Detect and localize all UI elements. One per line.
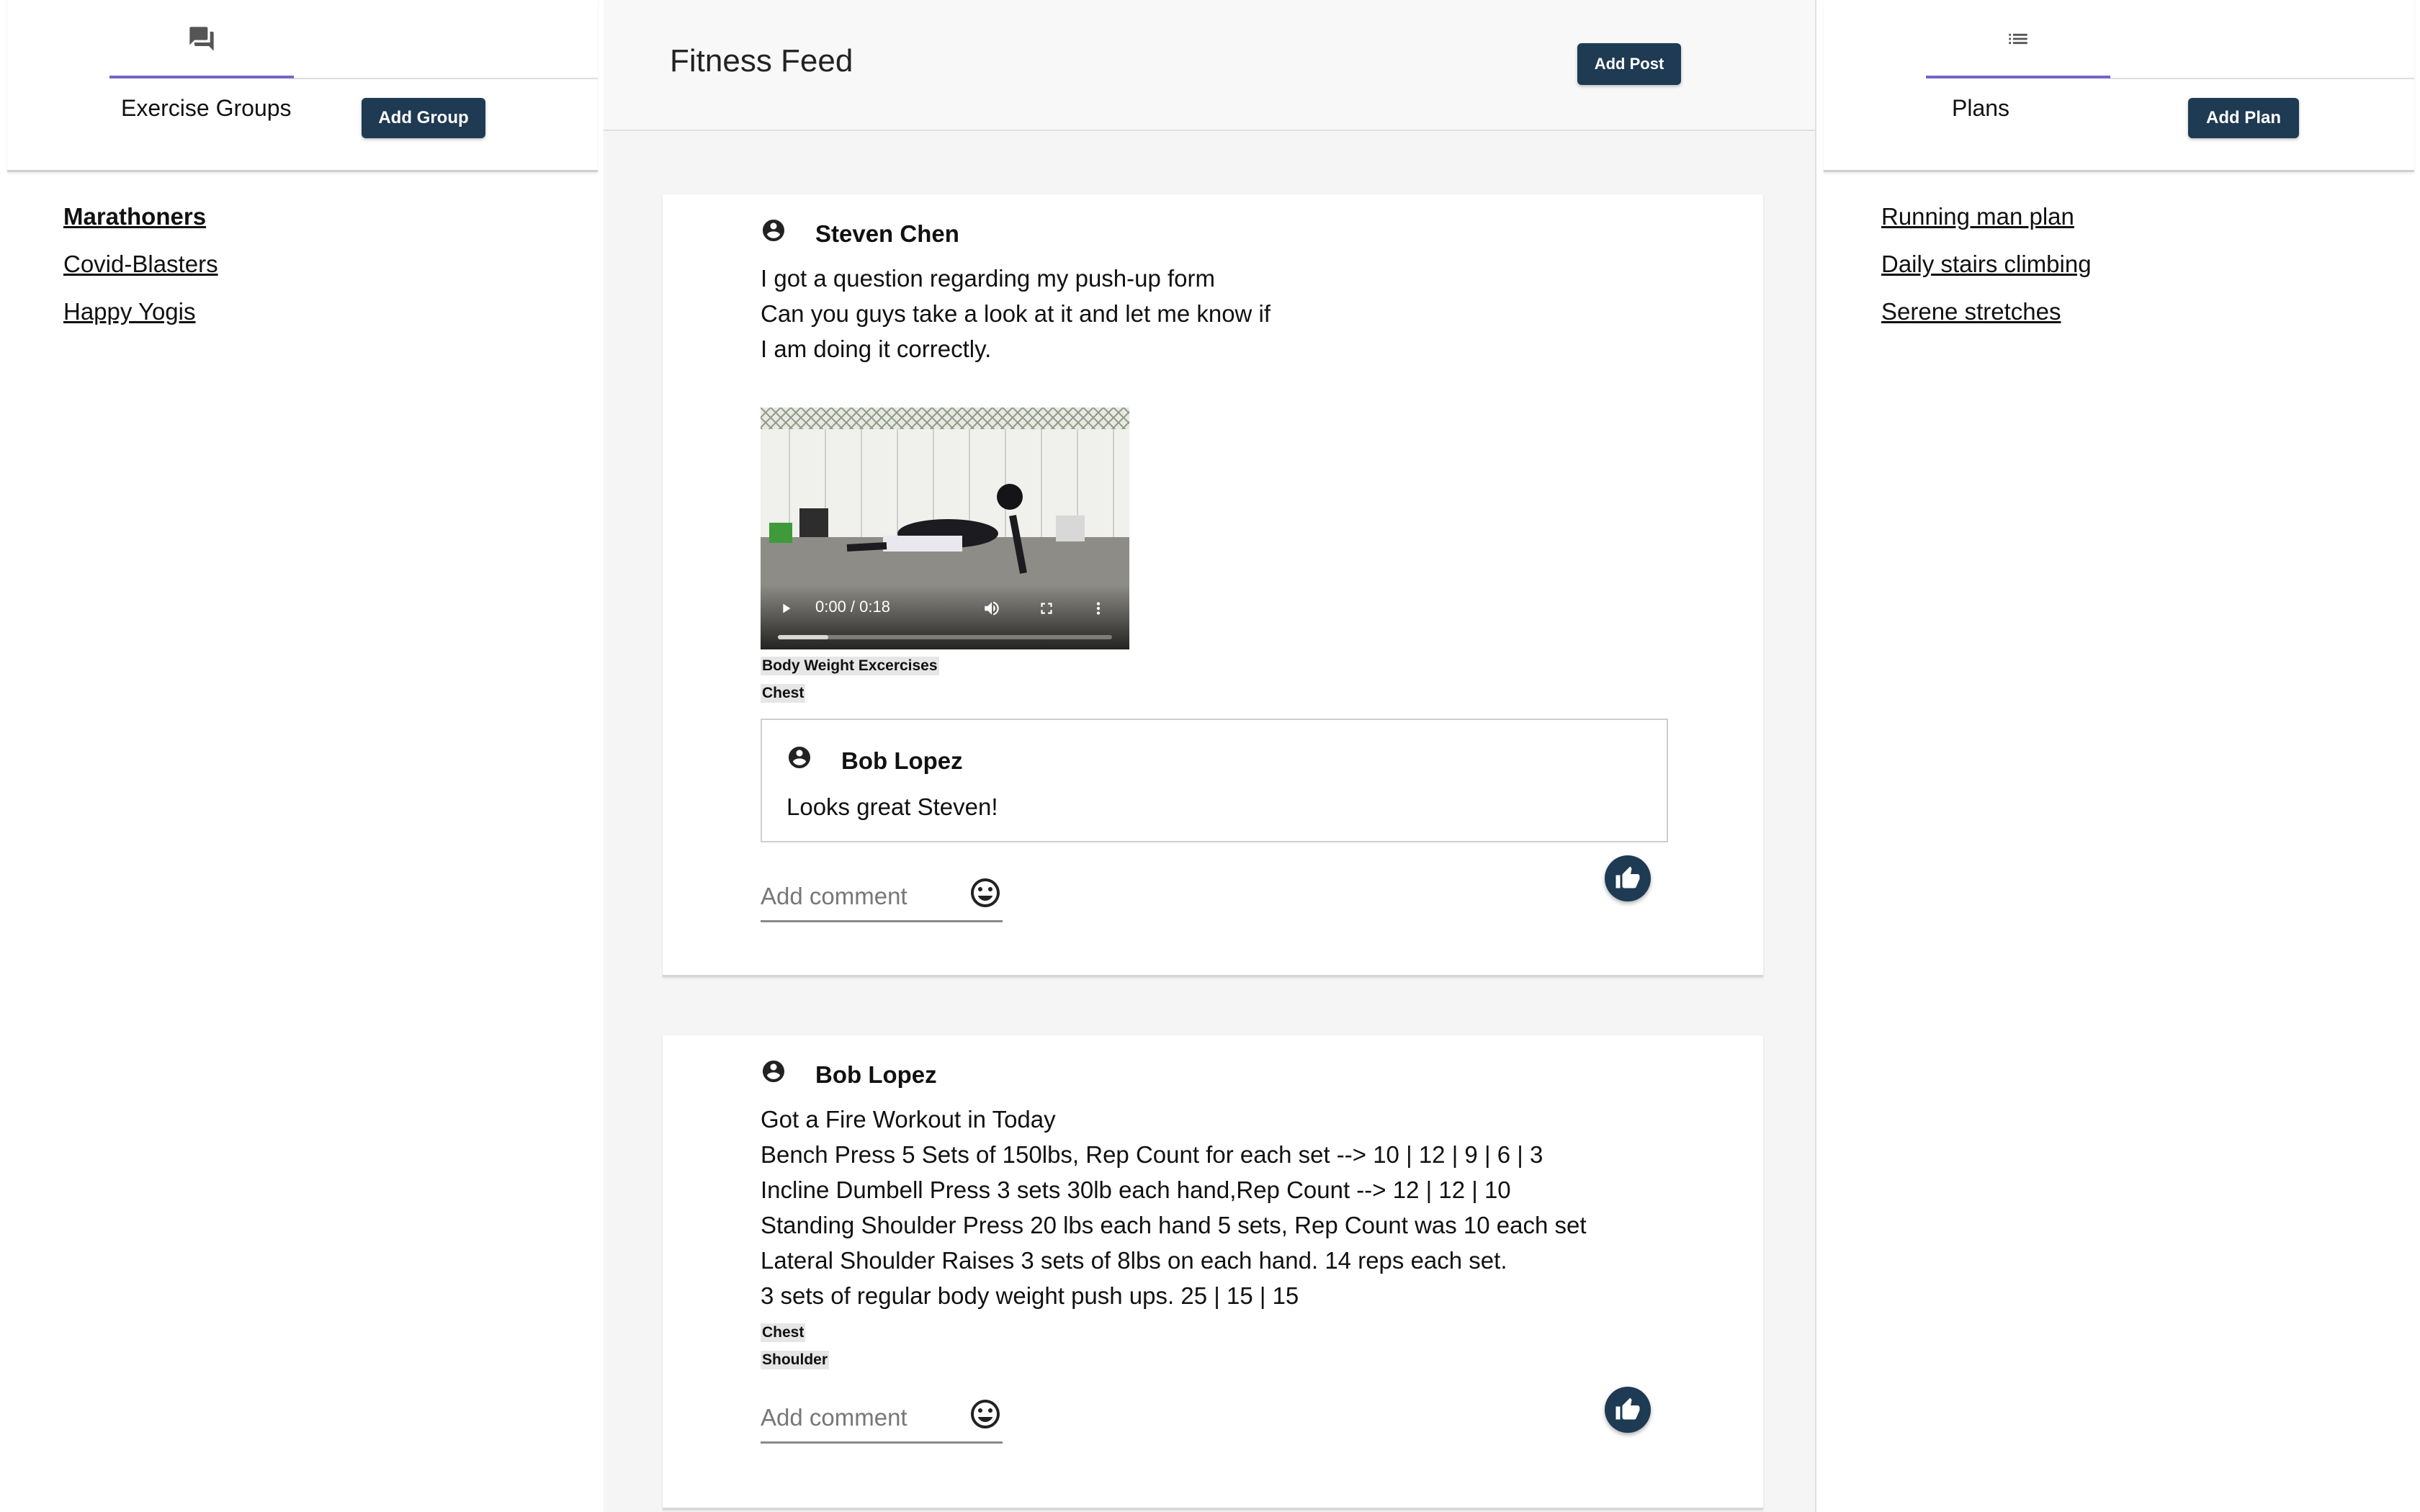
- feed-column: Fitness Feed Add Post Steven Chen I got …: [604, 0, 1815, 1512]
- fullscreen-icon[interactable]: [1037, 599, 1056, 618]
- like-button[interactable]: [1605, 855, 1651, 901]
- forum-icon: [189, 27, 214, 51]
- account-circle-icon: [763, 1061, 784, 1082]
- post-card: Steven Chen I got a question regarding m…: [663, 194, 1763, 977]
- left-sidebar: Exercise Groups Add Group Marathoners Co…: [0, 0, 605, 1512]
- plans-tab[interactable]: [1926, 0, 2110, 78]
- page-title: Fitness Feed: [670, 43, 853, 78]
- more-vert-icon[interactable]: [1089, 599, 1108, 618]
- plans-heading: Plans: [1952, 95, 2010, 121]
- tab-divider: [2110, 78, 2414, 79]
- comment-input[interactable]: [761, 1400, 962, 1436]
- account-circle-icon: [763, 220, 784, 241]
- plan-list-item: Serene stretches: [1881, 294, 2092, 341]
- post-tag: Body Weight Excercises: [761, 657, 939, 675]
- group-list: Marathoners Covid-Blasters Happy Yogis: [63, 199, 218, 341]
- comment-text: Looks great Steven!: [786, 793, 998, 820]
- group-list-item: Covid-Blasters: [63, 246, 218, 294]
- post-tag: Chest: [761, 1323, 806, 1342]
- like-button[interactable]: [1605, 1387, 1651, 1433]
- play-icon[interactable]: [778, 600, 794, 616]
- video-progress: [778, 635, 828, 639]
- video-seekbar[interactable]: [778, 635, 1112, 639]
- group-link-happy-yogis[interactable]: Happy Yogis: [63, 298, 195, 325]
- feed-header: Fitness Feed Add Post: [604, 0, 1815, 131]
- groups-tab-bar: Exercise Groups Add Group: [7, 0, 598, 172]
- video-time: 0:00 / 0:18: [815, 598, 890, 616]
- plan-link-running-man[interactable]: Running man plan: [1881, 203, 2074, 230]
- plan-list: Running man plan Daily stairs climbing S…: [1881, 199, 2092, 341]
- group-link-covid-blasters[interactable]: Covid-Blasters: [63, 251, 218, 277]
- list-icon: [2009, 33, 2027, 45]
- post-author: Steven Chen: [815, 220, 959, 247]
- plan-list-item: Daily stairs climbing: [1881, 246, 2092, 294]
- post-tag: Shoulder: [761, 1351, 830, 1369]
- volume-icon[interactable]: [982, 599, 1001, 618]
- plan-link-serene-stretches[interactable]: Serene stretches: [1881, 298, 2061, 325]
- plan-list-item: Running man plan: [1881, 199, 2092, 246]
- add-group-button[interactable]: Add Group: [362, 98, 485, 138]
- comment-input[interactable]: [761, 878, 962, 914]
- thumb-up-icon: [1615, 866, 1640, 888]
- plans-tab-bar: Plans Add Plan: [1824, 0, 2414, 172]
- exercise-groups-heading: Exercise Groups: [121, 95, 292, 121]
- app-root: Exercise Groups Add Group Marathoners Co…: [0, 0, 2420, 1512]
- group-list-item: Marathoners: [63, 199, 218, 246]
- comment-author: Bob Lopez: [841, 747, 963, 774]
- video-controls: 0:00 / 0:18: [761, 585, 1129, 649]
- add-post-button[interactable]: Add Post: [1577, 43, 1681, 85]
- groups-tab-indicator: [109, 76, 294, 78]
- plan-link-daily-stairs[interactable]: Daily stairs climbing: [1881, 251, 2092, 277]
- group-link-marathoners[interactable]: Marathoners: [63, 203, 206, 230]
- post-body: I got a question regarding my push-up fo…: [761, 265, 1271, 362]
- add-comment-field: [761, 870, 1003, 922]
- add-plan-button[interactable]: Add Plan: [2188, 98, 2299, 138]
- add-comment-field: [761, 1391, 1003, 1444]
- post-tag: Chest: [761, 684, 806, 703]
- emoji-icon[interactable]: [968, 876, 1003, 910]
- groups-tab[interactable]: [109, 0, 294, 78]
- group-list-item: Happy Yogis: [63, 294, 218, 341]
- post-card: Bob Lopez Got a Fire Workout in Today Be…: [663, 1035, 1763, 1510]
- emoji-icon[interactable]: [968, 1397, 1003, 1431]
- account-circle-icon: [789, 747, 810, 768]
- tab-divider: [294, 78, 598, 79]
- right-sidebar: Plans Add Plan Running man plan Daily st…: [1815, 0, 2420, 1512]
- plans-tab-indicator: [1926, 76, 2110, 78]
- post-body: Got a Fire Workout in Today Bench Press …: [761, 1106, 1587, 1309]
- thumb-up-icon: [1615, 1398, 1640, 1420]
- post-author: Bob Lopez: [815, 1061, 937, 1088]
- comment: Bob Lopez Looks great Steven!: [761, 719, 1668, 842]
- post-video[interactable]: 0:00 / 0:18: [761, 408, 1129, 649]
